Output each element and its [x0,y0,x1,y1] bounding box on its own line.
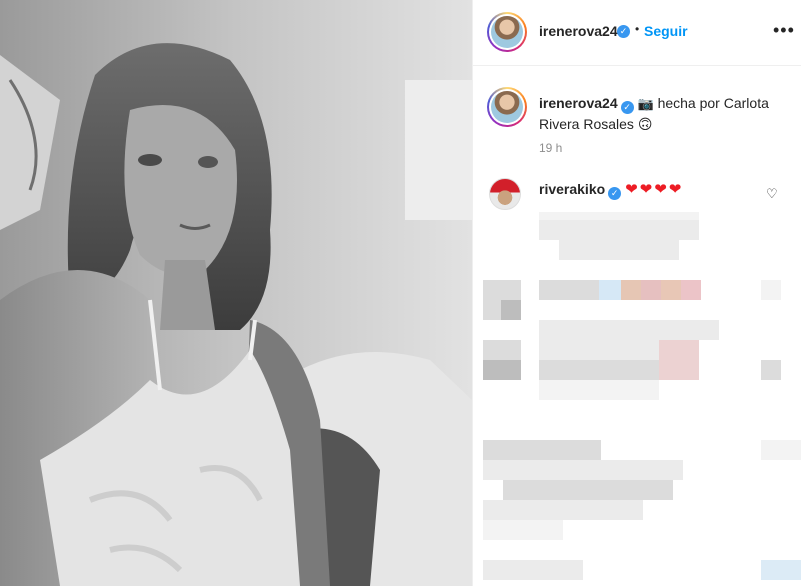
follow-button[interactable]: Seguir [644,23,688,39]
commenter-avatar[interactable] [489,178,521,210]
author-avatar[interactable] [487,12,527,52]
author-username-link[interactable]: irenerova24 [539,23,618,39]
post-header: irenerova24 ✓ • Seguir ••• [473,0,801,66]
heart-outline-icon[interactable]: ♡ [766,186,778,202]
more-options-icon[interactable]: ••• [773,21,795,39]
camera-emoji-icon: 📷 [637,96,654,111]
separator-dot: • [635,22,640,36]
post-timestamp[interactable]: 19 h [539,141,562,155]
comment-hearts: ❤❤❤❤ [625,181,684,198]
verified-badge-icon: ✓ [620,101,634,114]
caption-text: irenerova24 ✓ 📷 hecha por Carlota Rivera … [539,93,789,134]
caption-author-avatar[interactable] [487,87,527,127]
post-side-panel: irenerova24 ✓ • Seguir ••• irenerova24 ✓ … [472,0,801,586]
post-photo[interactable] [0,0,472,586]
commenter-username-link[interactable]: riverakiko [539,181,605,197]
comment-text: riverakiko ✓ ❤❤❤❤ [539,180,683,200]
verified-badge-icon: ✓ [608,187,622,200]
caption-author-link[interactable]: irenerova24 [539,95,618,111]
upside-down-face-emoji-icon: 🙃 [637,116,653,132]
verified-badge-icon: ✓ [617,25,630,38]
photo-canvas [0,0,472,586]
